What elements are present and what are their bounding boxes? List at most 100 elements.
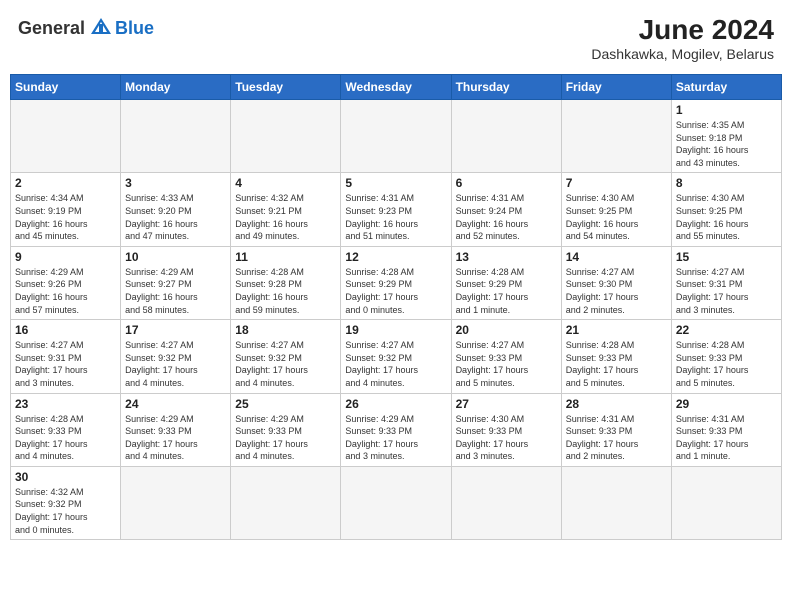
weekday-header-saturday: Saturday xyxy=(671,75,781,100)
day-info: Sunrise: 4:30 AM Sunset: 9:33 PM Dayligh… xyxy=(456,413,557,463)
calendar-day xyxy=(11,100,121,173)
calendar-day: 22Sunrise: 4:28 AM Sunset: 9:33 PM Dayli… xyxy=(671,320,781,393)
day-number: 16 xyxy=(15,323,116,337)
calendar-day: 1 Sunrise: 4:35 AM Sunset: 9:18 PM Daylig… xyxy=(671,100,781,173)
day-number: 2 xyxy=(15,176,116,190)
day-number: 25 xyxy=(235,397,336,411)
day-number: 11 xyxy=(235,250,336,264)
calendar-day xyxy=(121,100,231,173)
calendar-day: 19 Sunrise: 4:27 AM Sunset: 9:32 PM Dayli… xyxy=(341,320,451,393)
calendar-day xyxy=(451,466,561,539)
day-info: Sunrise: 4:29 AM Sunset: 9:26 PM Dayligh… xyxy=(15,266,116,316)
calendar-day xyxy=(231,100,341,173)
day-number: 5 xyxy=(345,176,446,190)
day-info: Sunrise: 4:32 AM Sunset: 9:32 PM Dayligh… xyxy=(15,486,116,536)
day-info: Sunrise: 4:28 AM Sunset: 9:29 PM Dayligh… xyxy=(456,266,557,316)
calendar-day xyxy=(671,466,781,539)
day-number: 26 xyxy=(345,397,446,411)
day-number: 8 xyxy=(676,176,777,190)
calendar-day: 29 Sunrise: 4:31 AM Sunset: 9:33 PM Dayli… xyxy=(671,393,781,466)
day-info: Sunrise: 4:31 AM Sunset: 9:33 PM Dayligh… xyxy=(566,413,667,463)
day-number: 24 xyxy=(125,397,226,411)
week-row-3: 9 Sunrise: 4:29 AM Sunset: 9:26 PM Daylig… xyxy=(11,246,782,319)
logo-icon xyxy=(87,14,115,42)
calendar-day: 25Sunrise: 4:29 AM Sunset: 9:33 PM Dayli… xyxy=(231,393,341,466)
logo: General Blue xyxy=(18,14,154,42)
calendar-day: 12 Sunrise: 4:28 AM Sunset: 9:29 PM Dayli… xyxy=(341,246,451,319)
day-number: 27 xyxy=(456,397,557,411)
day-number: 30 xyxy=(15,470,116,484)
calendar-day: 24 Sunrise: 4:29 AM Sunset: 9:33 PM Dayli… xyxy=(121,393,231,466)
day-number: 15 xyxy=(676,250,777,264)
calendar-day: 30 Sunrise: 4:32 AM Sunset: 9:32 PM Dayli… xyxy=(11,466,121,539)
day-info: Sunrise: 4:27 AM Sunset: 9:32 PM Dayligh… xyxy=(345,339,446,389)
day-number: 19 xyxy=(345,323,446,337)
calendar-day: 26Sunrise: 4:29 AM Sunset: 9:33 PM Dayli… xyxy=(341,393,451,466)
day-info: Sunrise: 4:27 AM Sunset: 9:31 PM Dayligh… xyxy=(676,266,777,316)
calendar-day: 17 Sunrise: 4:27 AM Sunset: 9:32 PM Dayli… xyxy=(121,320,231,393)
day-number: 7 xyxy=(566,176,667,190)
day-info: Sunrise: 4:35 AM Sunset: 9:18 PM Dayligh… xyxy=(676,119,777,169)
calendar-day: 23Sunrise: 4:28 AM Sunset: 9:33 PM Dayli… xyxy=(11,393,121,466)
calendar-day: 28 Sunrise: 4:31 AM Sunset: 9:33 PM Dayli… xyxy=(561,393,671,466)
calendar-day: 27 Sunrise: 4:30 AM Sunset: 9:33 PM Dayli… xyxy=(451,393,561,466)
weekday-header-thursday: Thursday xyxy=(451,75,561,100)
day-info: Sunrise: 4:30 AM Sunset: 9:25 PM Dayligh… xyxy=(676,192,777,242)
day-info: Sunrise: 4:31 AM Sunset: 9:23 PM Dayligh… xyxy=(345,192,446,242)
day-info: Sunrise: 4:29 AM Sunset: 9:27 PM Dayligh… xyxy=(125,266,226,316)
day-info: Sunrise: 4:28 AM Sunset: 9:33 PM Dayligh… xyxy=(676,339,777,389)
calendar-day: 4Sunrise: 4:32 AM Sunset: 9:21 PM Daylig… xyxy=(231,173,341,246)
page-header: General Blue June 2024 Dashkawka, Mogile… xyxy=(10,10,782,66)
weekday-header-monday: Monday xyxy=(121,75,231,100)
month-year-title: June 2024 xyxy=(591,14,774,46)
day-number: 14 xyxy=(566,250,667,264)
week-row-1: 1 Sunrise: 4:35 AM Sunset: 9:18 PM Daylig… xyxy=(11,100,782,173)
day-info: Sunrise: 4:31 AM Sunset: 9:24 PM Dayligh… xyxy=(456,192,557,242)
day-number: 18 xyxy=(235,323,336,337)
logo-blue: Blue xyxy=(115,18,154,39)
calendar-day xyxy=(451,100,561,173)
weekday-header-row: SundayMondayTuesdayWednesdayThursdayFrid… xyxy=(11,75,782,100)
calendar-day: 6 Sunrise: 4:31 AM Sunset: 9:24 PM Daylig… xyxy=(451,173,561,246)
calendar-day: 18Sunrise: 4:27 AM Sunset: 9:32 PM Dayli… xyxy=(231,320,341,393)
day-info: Sunrise: 4:28 AM Sunset: 9:28 PM Dayligh… xyxy=(235,266,336,316)
calendar-day xyxy=(121,466,231,539)
calendar-day xyxy=(341,100,451,173)
week-row-5: 23Sunrise: 4:28 AM Sunset: 9:33 PM Dayli… xyxy=(11,393,782,466)
day-info: Sunrise: 4:30 AM Sunset: 9:25 PM Dayligh… xyxy=(566,192,667,242)
day-info: Sunrise: 4:27 AM Sunset: 9:30 PM Dayligh… xyxy=(566,266,667,316)
day-info: Sunrise: 4:29 AM Sunset: 9:33 PM Dayligh… xyxy=(125,413,226,463)
day-number: 12 xyxy=(345,250,446,264)
calendar-day: 10 Sunrise: 4:29 AM Sunset: 9:27 PM Dayli… xyxy=(121,246,231,319)
day-number: 9 xyxy=(15,250,116,264)
day-info: Sunrise: 4:28 AM Sunset: 9:29 PM Dayligh… xyxy=(345,266,446,316)
calendar-day: 13 Sunrise: 4:28 AM Sunset: 9:29 PM Dayli… xyxy=(451,246,561,319)
day-number: 6 xyxy=(456,176,557,190)
day-info: Sunrise: 4:27 AM Sunset: 9:32 PM Dayligh… xyxy=(125,339,226,389)
day-info: Sunrise: 4:32 AM Sunset: 9:21 PM Dayligh… xyxy=(235,192,336,242)
day-info: Sunrise: 4:31 AM Sunset: 9:33 PM Dayligh… xyxy=(676,413,777,463)
day-info: Sunrise: 4:27 AM Sunset: 9:31 PM Dayligh… xyxy=(15,339,116,389)
calendar-day: 15 Sunrise: 4:27 AM Sunset: 9:31 PM Dayli… xyxy=(671,246,781,319)
calendar-day xyxy=(561,100,671,173)
day-number: 29 xyxy=(676,397,777,411)
week-row-2: 2Sunrise: 4:34 AM Sunset: 9:19 PM Daylig… xyxy=(11,173,782,246)
day-number: 17 xyxy=(125,323,226,337)
location-subtitle: Dashkawka, Mogilev, Belarus xyxy=(591,46,774,62)
title-area: June 2024 Dashkawka, Mogilev, Belarus xyxy=(591,14,774,62)
day-number: 1 xyxy=(676,103,777,117)
day-number: 28 xyxy=(566,397,667,411)
calendar-day xyxy=(561,466,671,539)
calendar-day: 20Sunrise: 4:27 AM Sunset: 9:33 PM Dayli… xyxy=(451,320,561,393)
day-number: 13 xyxy=(456,250,557,264)
weekday-header-friday: Friday xyxy=(561,75,671,100)
weekday-header-sunday: Sunday xyxy=(11,75,121,100)
day-number: 23 xyxy=(15,397,116,411)
calendar-day xyxy=(341,466,451,539)
weekday-header-wednesday: Wednesday xyxy=(341,75,451,100)
day-number: 3 xyxy=(125,176,226,190)
day-number: 20 xyxy=(456,323,557,337)
calendar-day: 16 Sunrise: 4:27 AM Sunset: 9:31 PM Dayli… xyxy=(11,320,121,393)
calendar-day: 8 Sunrise: 4:30 AM Sunset: 9:25 PM Daylig… xyxy=(671,173,781,246)
day-number: 10 xyxy=(125,250,226,264)
